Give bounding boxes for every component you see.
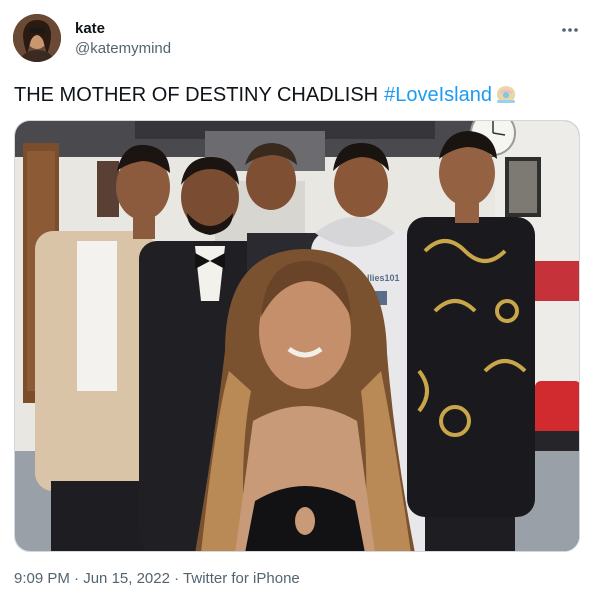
author-name[interactable]: kate xyxy=(75,20,105,37)
more-horizontal-icon xyxy=(561,27,579,33)
tweet-metadata: 9:09 PM · Jun 15, 2022 · Twitter for iPh… xyxy=(14,570,300,587)
tweet-source[interactable]: Twitter for iPhone xyxy=(183,570,300,587)
tweet-text: THE MOTHER OF DESTINY CHADLISH #LoveIslan… xyxy=(14,82,518,112)
tweet-body: THE MOTHER OF DESTINY CHADLISH xyxy=(14,84,379,106)
tweet-date[interactable]: Jun 15, 2022 xyxy=(83,570,170,587)
meta-separator: · xyxy=(69,570,84,587)
tweet-time[interactable]: 9:09 PM xyxy=(14,570,70,587)
tweet-photo[interactable]: wellies101 xyxy=(14,120,580,552)
meta-separator: · xyxy=(169,570,184,587)
avatar[interactable] xyxy=(13,14,61,62)
love-island-hashflag-icon xyxy=(494,83,518,112)
hashtag-link[interactable]: #LoveIsland xyxy=(384,84,492,106)
author-handle[interactable]: @katemymind xyxy=(75,40,171,57)
tweet: kate @katemymind THE MOTHER OF DESTINY C… xyxy=(0,0,604,600)
more-options-button[interactable] xyxy=(558,18,582,42)
